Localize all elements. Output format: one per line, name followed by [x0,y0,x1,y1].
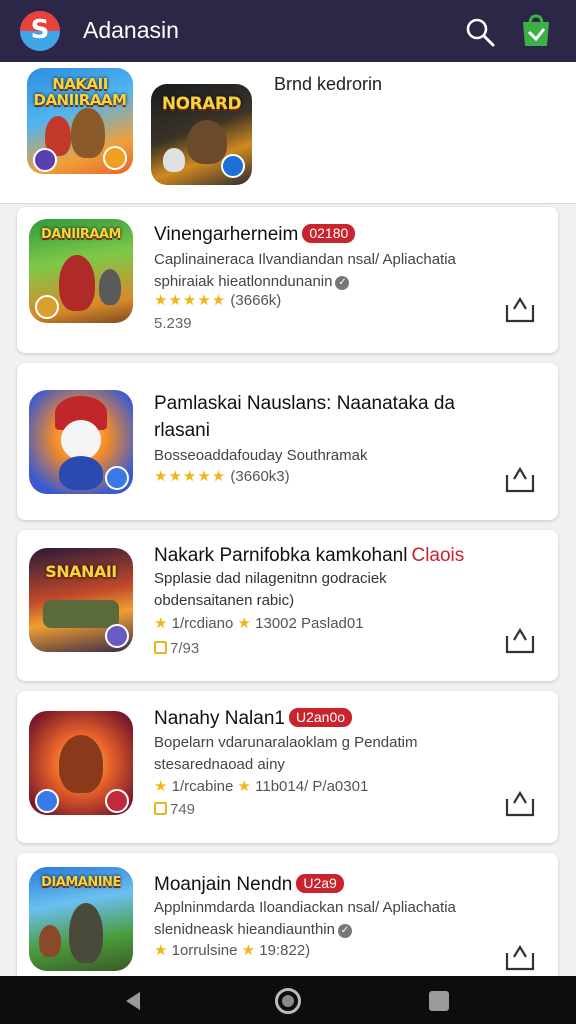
app-card[interactable]: DANIIRAAM Vinengarherneim 02180 Caplinain… [17,207,558,353]
app-rating: ★ 1/rcdiano ★ 13002 Paslad01 [154,614,364,632]
featured-icon-text-1: NAKAII DANIIRAAM [33,75,127,109]
back-icon[interactable] [122,990,144,1012]
app-icon[interactable]: DIAMANINE [29,867,133,971]
featured-icon-text-2: NORARD [161,94,242,114]
app-description: Applninmdarda Iloandiackan nsal/ Apliach… [154,899,456,938]
app-card[interactable]: SNANAII Nakark Parnifobka kamkohanl Claoi… [17,530,558,681]
app-icon-text: DIAMANINE [41,875,121,890]
app-icon-text: SNANAII [45,562,117,581]
app-name: Vinengarherneim 02180 [154,221,356,248]
app-logo[interactable]: S [20,11,60,51]
featured-header: NAKAII DANIIRAAM NORARD Brnd kedrorin [0,62,576,204]
share-icon[interactable] [504,943,536,971]
app-description: Bopelarn vdarunaralaoklam g Pendatim stes… [154,734,418,773]
app-icon[interactable] [29,390,133,494]
verified-icon: ✓ [335,276,350,290]
app-meta: 5.239 [154,315,192,332]
featured-app-icon-2[interactable]: NORARD [151,84,252,185]
app-name: Moanjain Nendn U2a9 [154,871,344,898]
app-meta: 7/93 [154,640,199,657]
featured-app-icon-1[interactable]: NAKAII DANIIRAAM [27,68,133,174]
app-icon[interactable] [29,711,133,815]
app-bar: S Adanasin [0,0,576,62]
app-rating: ★★★★★ (3660k3) [154,467,290,485]
app-description: Bosseoaddafouday Southramak [154,447,368,464]
app-title: Adanasin [83,17,179,43]
app-tag: Claois [411,545,465,566]
home-icon[interactable] [275,988,301,1014]
app-rating: ★★★★★ (3666k) [154,291,282,309]
app-card[interactable]: Pamlaskai Nauslans: Naanataka da rlasani … [17,363,558,520]
app-card[interactable]: Nanahy Nalan1 U2an0o Bopelarn vdarunarala… [17,691,558,843]
app-name: Pamlaskai Nauslans: Naanataka da rlasani [154,393,456,441]
share-icon[interactable] [504,465,536,493]
recents-icon[interactable] [429,991,449,1011]
shopping-bag-icon[interactable] [517,12,555,50]
brand-label: Brnd kedrorin [274,74,383,94]
app-meta: 749 [154,801,195,818]
app-tag: 02180 [302,224,356,243]
app-card[interactable]: DIAMANINE Moanjain Nendn U2a9 Applninmdar… [17,853,558,993]
share-icon[interactable] [504,626,536,654]
app-tag: U2an0o [288,708,353,727]
search-icon[interactable] [462,14,498,50]
app-name: Nanahy Nalan1 U2an0o [154,705,353,732]
app-description: Spplasie dad nilagenitnn godraciek obdens… [154,570,387,609]
app-tag: U2a9 [296,874,344,893]
star-rating: ★★★★★ [154,291,227,309]
share-icon[interactable] [504,789,536,817]
system-nav-bar [0,976,576,1024]
app-rating: ★ 1orrulsine ★ 19:822) [154,941,311,959]
app-icon[interactable]: SNANAII [29,548,133,652]
logo-letter: S [30,15,50,45]
app-icon[interactable]: DANIIRAAM [29,219,133,323]
share-icon[interactable] [504,295,536,323]
app-description: Caplinaineraca Ilvandiandan nsal/ Apliac… [154,251,456,290]
app-icon-text: DANIIRAAM [41,227,121,242]
app-rating: ★ 1/rcabine ★ 11b014/ P/a0301 [154,777,369,795]
app-name: Nakark Parnifobka kamkohanl Claois [154,545,465,566]
star-rating: ★★★★★ [154,467,227,485]
verified-icon: ✓ [337,924,352,938]
